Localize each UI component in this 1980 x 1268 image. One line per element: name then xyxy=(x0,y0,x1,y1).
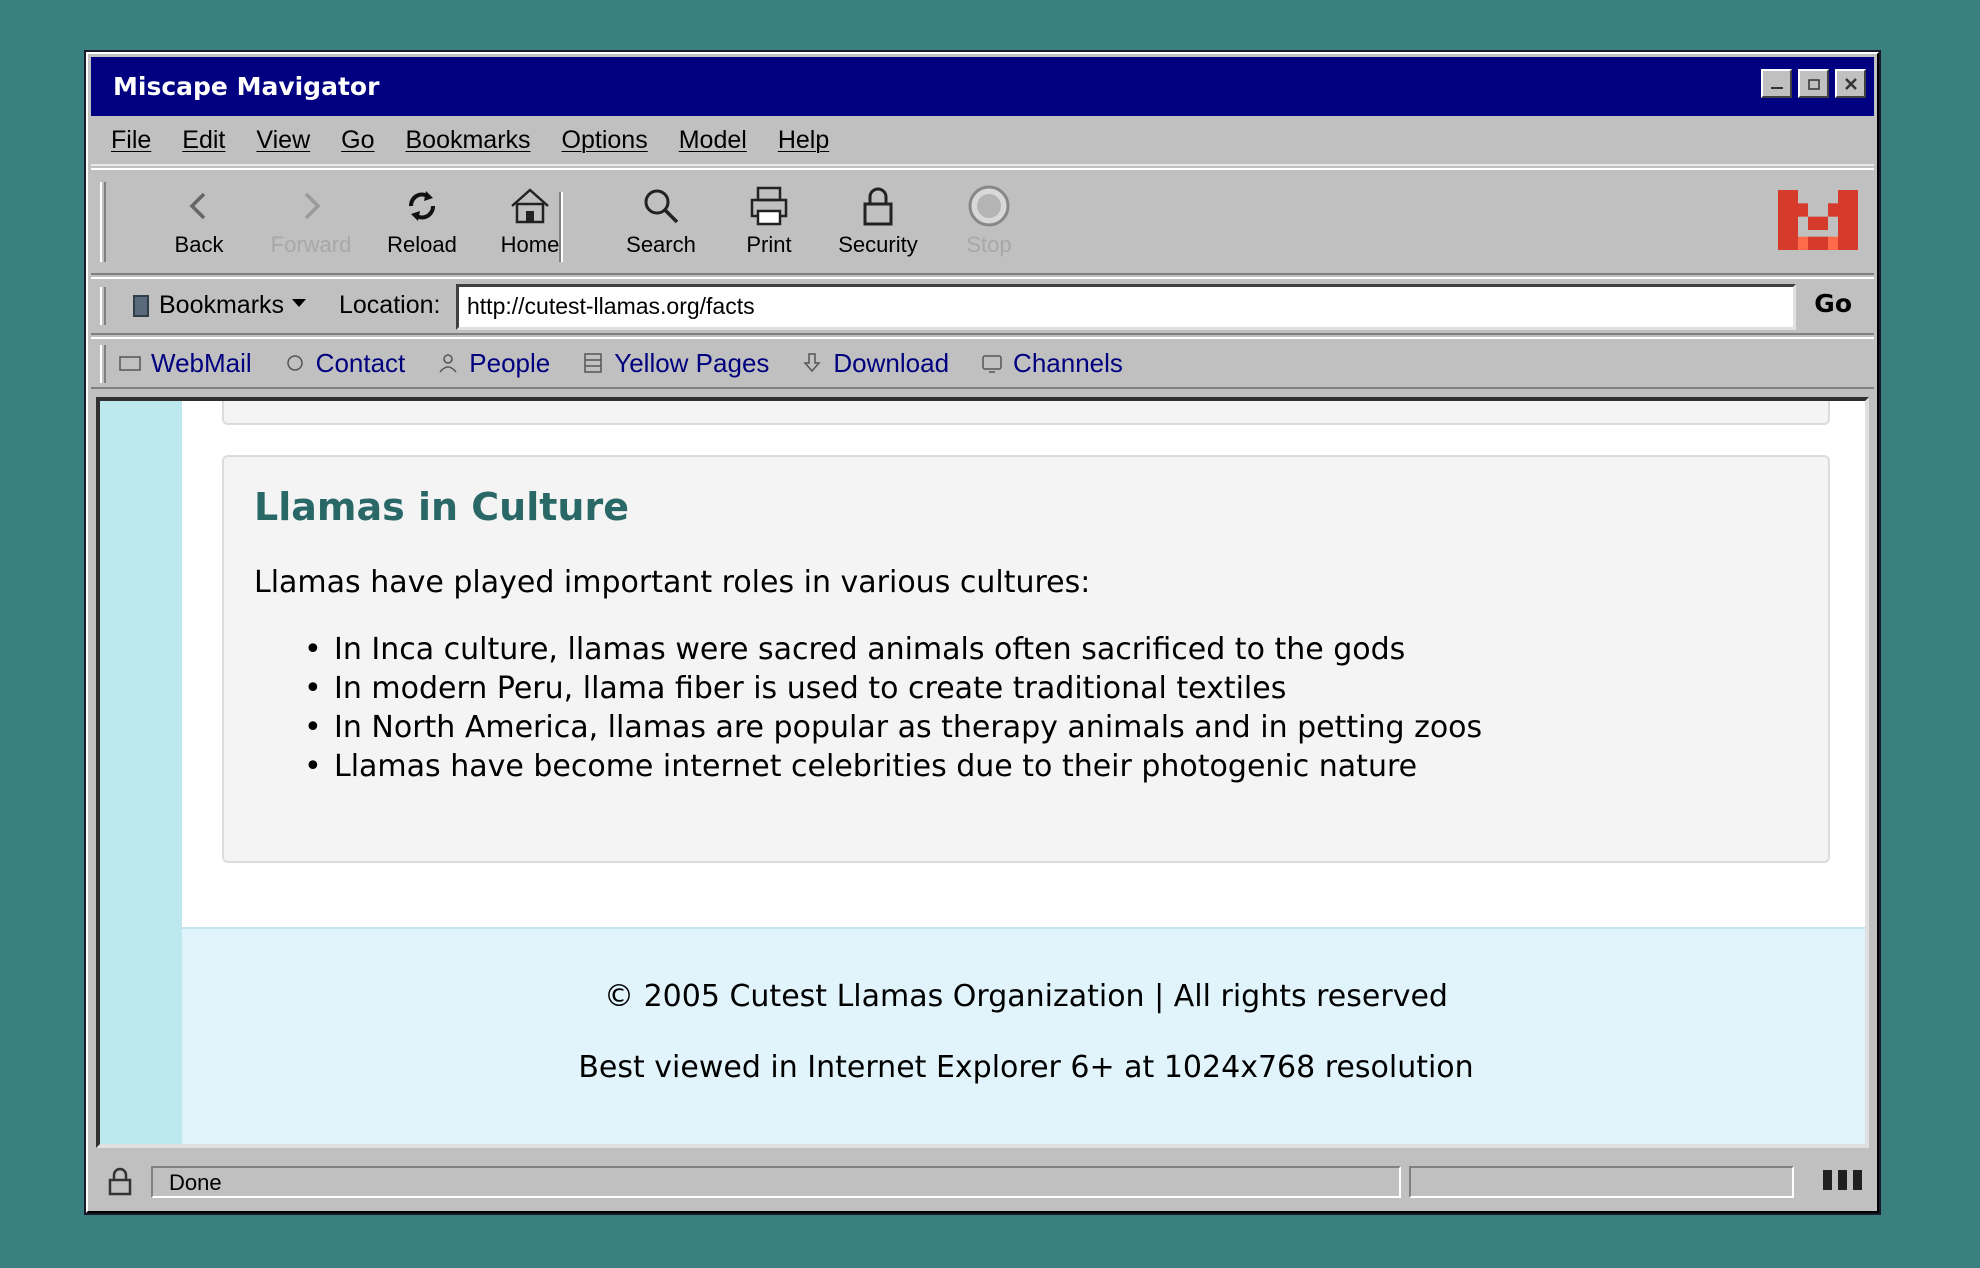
person-icon xyxy=(439,354,457,373)
window-title: Miscape Mavigator xyxy=(113,72,380,101)
menu-go[interactable]: Go xyxy=(341,126,374,155)
link-people-label: People xyxy=(469,347,551,378)
menu-help[interactable]: Help xyxy=(778,126,829,155)
menu-model[interactable]: Model xyxy=(679,126,747,155)
culture-list: In Inca culture, llamas were sacred anim… xyxy=(254,630,1798,786)
minimize-button[interactable] xyxy=(1761,69,1792,98)
browser-window: Miscape Mavigator File Edit View Go Book… xyxy=(84,50,1881,1215)
location-label: Location: xyxy=(339,291,441,319)
forward-label: Forward xyxy=(270,232,352,257)
status-bar: Done xyxy=(91,1154,1874,1209)
home-button[interactable]: Home xyxy=(480,184,580,258)
go-button[interactable]: Go xyxy=(1814,289,1852,318)
page-footer: © 2005 Cutest Llamas Organization | All … xyxy=(182,927,1865,1144)
link-webmail[interactable]: WebMail xyxy=(119,348,252,379)
menu-view[interactable]: View xyxy=(256,126,310,155)
close-button[interactable] xyxy=(1835,69,1866,98)
link-channels[interactable]: Channels xyxy=(981,348,1123,379)
maximize-button[interactable] xyxy=(1798,69,1829,98)
list-item: Llamas have become internet celebrities … xyxy=(304,747,1798,786)
window-controls xyxy=(1761,69,1866,98)
stop-button[interactable]: Stop xyxy=(939,184,1039,258)
list-item: In Inca culture, llamas were sacred anim… xyxy=(304,630,1798,669)
security-button[interactable]: Security xyxy=(828,184,928,258)
section-intro: Llamas have played important roles in va… xyxy=(254,565,1091,600)
menu-edit[interactable]: Edit xyxy=(182,126,225,155)
section-heading: Llamas in Culture xyxy=(254,485,629,529)
toolbar-separator xyxy=(559,192,563,262)
url-input[interactable]: http://cutest-llamas.org/facts xyxy=(456,284,1796,330)
directory-icon xyxy=(584,353,602,373)
browser-logo-icon xyxy=(1778,190,1858,250)
lock-icon xyxy=(863,187,893,226)
link-people[interactable]: People xyxy=(437,348,550,379)
contact-icon xyxy=(286,355,303,371)
link-download[interactable]: Download xyxy=(801,348,949,379)
personal-grip[interactable] xyxy=(100,345,106,383)
search-icon xyxy=(644,189,679,224)
bookmarks-dropdown[interactable]: Bookmarks xyxy=(133,291,307,320)
toolbar-grip[interactable] xyxy=(100,182,106,262)
mail-icon xyxy=(119,356,141,371)
reload-button[interactable]: Reload xyxy=(372,184,472,258)
bookmarks-dropdown-label: Bookmarks xyxy=(159,291,285,319)
content-viewport[interactable]: Llamas in Culture Llamas have played imp… xyxy=(96,397,1869,1148)
back-label: Back xyxy=(174,232,224,257)
search-button[interactable]: Search xyxy=(611,184,711,258)
print-label: Print xyxy=(746,232,792,257)
print-button[interactable]: Print xyxy=(719,184,819,258)
navigation-toolbar: Back Forward Reload Home Search Print Se… xyxy=(91,168,1874,275)
security-label: Security xyxy=(838,232,918,257)
status-text: Done xyxy=(151,1166,1401,1198)
web-page: Llamas in Culture Llamas have played imp… xyxy=(182,401,1865,1144)
menu-bookmarks[interactable]: Bookmarks xyxy=(406,126,531,155)
link-contact-label: Contact xyxy=(315,347,406,378)
link-contact[interactable]: Contact xyxy=(284,347,406,379)
printer-icon xyxy=(750,186,788,226)
search-label: Search xyxy=(626,232,696,257)
forward-button[interactable]: Forward xyxy=(261,184,361,258)
stop-icon xyxy=(968,185,1010,227)
location-grip[interactable] xyxy=(100,287,106,325)
home-label: Home xyxy=(500,232,560,257)
link-channels-label: Channels xyxy=(1013,347,1123,378)
list-item: In modern Peru, llama fiber is used to c… xyxy=(304,669,1798,708)
reload-label: Reload xyxy=(387,232,457,257)
chevron-down-icon xyxy=(292,298,307,307)
footer-note: Best viewed in Internet Explorer 6+ at 1… xyxy=(578,1050,1474,1085)
menu-file[interactable]: File xyxy=(111,126,151,155)
link-yellow-pages[interactable]: Yellow Pages xyxy=(582,348,769,379)
title-bar[interactable]: Miscape Mavigator xyxy=(91,57,1874,116)
stop-label: Stop xyxy=(966,232,1012,257)
status-activity-icon xyxy=(1823,1170,1862,1190)
status-lock-icon[interactable] xyxy=(107,1166,133,1196)
menu-bar: File Edit View Go Bookmarks Options Mode… xyxy=(91,116,1874,166)
location-bar: Bookmarks Location: http://cutest-llamas… xyxy=(91,277,1874,335)
channels-icon xyxy=(982,355,1002,373)
back-arrow-icon xyxy=(189,192,206,220)
link-webmail-label: WebMail xyxy=(151,347,252,378)
link-yellow-pages-label: Yellow Pages xyxy=(614,347,770,378)
footer-copyright: © 2005 Cutest Llamas Organization | All … xyxy=(604,979,1448,1014)
home-icon xyxy=(511,188,549,224)
back-button[interactable]: Back xyxy=(149,184,249,258)
forward-arrow-icon xyxy=(304,192,321,220)
download-icon xyxy=(803,353,822,373)
menu-options[interactable]: Options xyxy=(562,126,648,155)
culture-section: Llamas in Culture Llamas have played imp… xyxy=(222,455,1830,863)
personal-toolbar: WebMail Contact People Yellow Pages Down… xyxy=(91,337,1874,389)
reload-icon xyxy=(409,191,435,221)
link-download-label: Download xyxy=(833,347,950,378)
previous-section-box xyxy=(222,401,1830,425)
bookmark-book-icon xyxy=(133,294,149,317)
status-progress xyxy=(1409,1166,1794,1198)
list-item: In North America, llamas are popular as … xyxy=(304,708,1798,747)
